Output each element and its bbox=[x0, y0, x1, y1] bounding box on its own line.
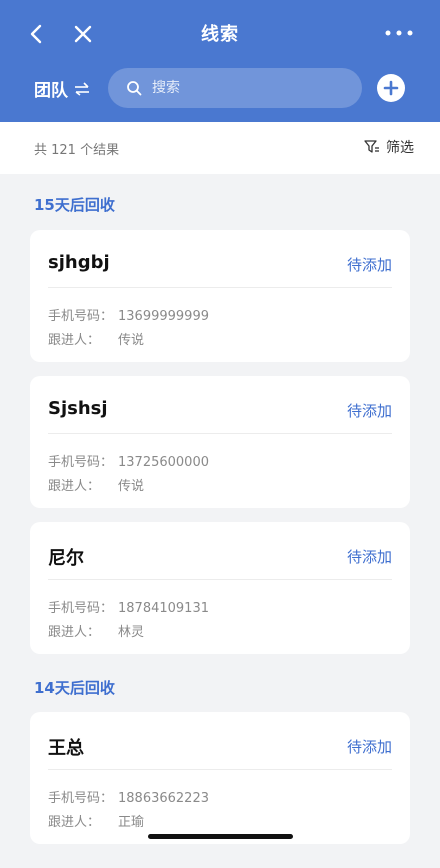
page-title: 线索 bbox=[201, 24, 239, 45]
result-summary-bar: 共 121 个结果 筛选 bbox=[0, 122, 440, 174]
phone-label: 手机号码： bbox=[48, 791, 114, 806]
add-button[interactable] bbox=[377, 74, 405, 102]
search-icon bbox=[127, 81, 142, 96]
swap-icon bbox=[75, 82, 89, 96]
phone-row: 手机号码： 13699999999 bbox=[48, 305, 209, 324]
top-bar: 线索 团队 bbox=[0, 0, 440, 122]
filter-icon bbox=[364, 140, 379, 153]
follower-value: 传说 bbox=[118, 333, 145, 348]
phone-value: 13725600000 bbox=[118, 455, 209, 470]
nav-bar: 线索 bbox=[0, 14, 440, 54]
divider bbox=[48, 287, 392, 288]
divider bbox=[48, 433, 392, 434]
team-switch-button[interactable]: 团队 bbox=[34, 76, 90, 101]
phone-label: 手机号码： bbox=[48, 601, 114, 616]
phone-value: 18863662223 bbox=[118, 791, 209, 806]
team-label: 团队 bbox=[34, 81, 68, 101]
phone-label: 手机号码： bbox=[48, 309, 114, 324]
follower-value: 林灵 bbox=[118, 625, 145, 640]
lead-card[interactable]: 尼尔 待添加 手机号码： 18784109131 跟进人： 林灵 bbox=[30, 522, 410, 654]
search-input[interactable] bbox=[150, 79, 354, 97]
add-pending-button[interactable]: 待添加 bbox=[347, 400, 392, 421]
add-pending-button[interactable]: 待添加 bbox=[347, 254, 392, 275]
lead-name: sjhgbj bbox=[48, 252, 110, 273]
follower-value: 正瑜 bbox=[118, 815, 145, 830]
result-count: 共 121 个结果 bbox=[34, 143, 120, 158]
divider bbox=[48, 579, 392, 580]
search-bar[interactable] bbox=[108, 68, 362, 108]
follower-label: 跟进人： bbox=[48, 333, 101, 348]
phone-label: 手机号码： bbox=[48, 455, 114, 470]
lead-name: 王总 bbox=[48, 738, 84, 759]
plus-icon bbox=[383, 80, 399, 96]
lead-card[interactable]: sjhgbj 待添加 手机号码： 13699999999 跟进人： 传说 bbox=[30, 230, 410, 362]
lead-name: Sjshsj bbox=[48, 398, 108, 419]
filter-label: 筛选 bbox=[386, 140, 414, 156]
divider bbox=[48, 769, 392, 770]
follower-row: 跟进人： 传说 bbox=[48, 475, 144, 494]
phone-row: 手机号码： 18863662223 bbox=[48, 787, 209, 806]
follower-label: 跟进人： bbox=[48, 479, 101, 494]
follower-label: 跟进人： bbox=[48, 815, 101, 830]
phone-value: 13699999999 bbox=[118, 309, 209, 324]
follower-row: 跟进人： 正瑜 bbox=[48, 811, 144, 830]
home-indicator bbox=[148, 834, 293, 839]
group-title: 15天后回收 bbox=[34, 196, 115, 214]
phone-row: 手机号码： 13725600000 bbox=[48, 451, 209, 470]
follower-row: 跟进人： 传说 bbox=[48, 329, 144, 348]
phone-value: 18784109131 bbox=[118, 601, 209, 616]
lead-name: 尼尔 bbox=[48, 548, 84, 569]
filter-button[interactable]: 筛选 bbox=[364, 137, 414, 157]
more-icon[interactable] bbox=[384, 28, 414, 38]
follower-value: 传说 bbox=[118, 479, 145, 494]
follower-label: 跟进人： bbox=[48, 625, 101, 640]
phone-row: 手机号码： 18784109131 bbox=[48, 597, 209, 616]
follower-row: 跟进人： 林灵 bbox=[48, 621, 144, 640]
add-pending-button[interactable]: 待添加 bbox=[347, 546, 392, 567]
lead-card[interactable]: Sjshsj 待添加 手机号码： 13725600000 跟进人： 传说 bbox=[30, 376, 410, 508]
lead-card[interactable]: 王总 待添加 手机号码： 18863662223 跟进人： 正瑜 bbox=[30, 712, 410, 844]
group-title: 14天后回收 bbox=[34, 679, 115, 697]
add-pending-button[interactable]: 待添加 bbox=[347, 736, 392, 757]
